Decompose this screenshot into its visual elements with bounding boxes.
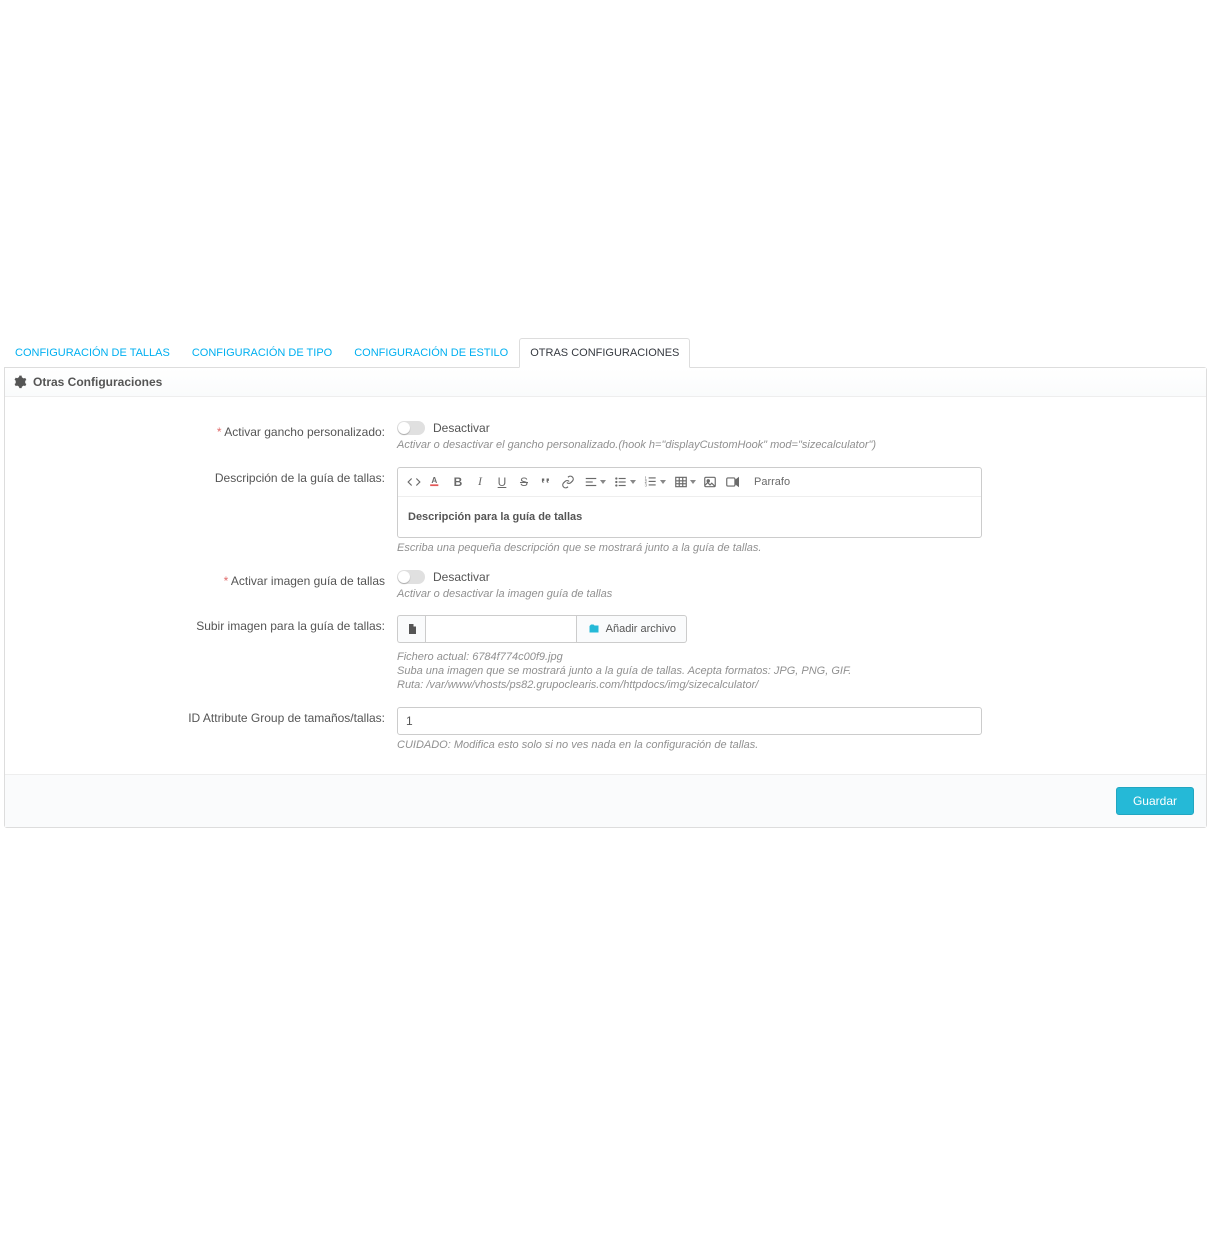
tab-type-config[interactable]: Configuración de Tipo <box>181 338 343 367</box>
file-icon <box>397 615 425 643</box>
ordered-list-icon[interactable]: 123 <box>640 472 668 492</box>
gears-icon <box>13 375 27 389</box>
underline-icon[interactable]: U <box>492 472 512 492</box>
align-icon[interactable] <box>580 472 608 492</box>
save-button[interactable]: Guardar <box>1116 787 1194 815</box>
add-file-button[interactable]: Añadir archivo <box>577 615 687 643</box>
label-upload-image: Subir imagen para la guía de tallas: <box>17 615 397 692</box>
panel-title: Otras Configuraciones <box>33 375 162 389</box>
code-icon[interactable] <box>404 472 424 492</box>
help-upload-image-3: Ruta: /var/www/vhosts/ps82.grupoclearis.… <box>397 679 1194 693</box>
panel-header: Otras Configuraciones <box>5 368 1206 397</box>
paragraph-dropdown[interactable]: Parrafo <box>750 474 798 490</box>
tab-other-config[interactable]: Otras Configuraciones <box>519 338 690 368</box>
image-icon[interactable] <box>700 472 720 492</box>
help-activate-image: Activar o desactivar la imagen guía de t… <box>397 588 1194 602</box>
svg-text:3: 3 <box>645 482 648 487</box>
label-description: Descripción de la guía de tallas: <box>17 467 397 556</box>
label-activate-hook: * Activar gancho personalizado: <box>17 421 397 453</box>
svg-text:A: A <box>431 476 437 485</box>
label-attr-group: ID Attribute Group de tamaños/tallas: <box>17 707 397 753</box>
strike-icon[interactable]: S <box>514 472 534 492</box>
help-upload-image-2: Suba una imagen que se mostrará junto a … <box>397 665 1194 679</box>
help-upload-image-1: Fichero actual: 6784f774c00f9.jpg <box>397 651 1194 665</box>
link-icon[interactable] <box>558 472 578 492</box>
help-attr-group: CUIDADO: Modifica esto solo si no ves na… <box>397 739 982 753</box>
toggle-activate-hook[interactable] <box>397 421 425 435</box>
help-description: Escriba una pequeña descripción que se m… <box>397 542 982 556</box>
tab-style-config[interactable]: Configuración de Estilo <box>343 338 519 367</box>
quote-icon[interactable] <box>536 472 556 492</box>
rich-text-editor: A B I U S <box>397 467 982 538</box>
tab-size-config[interactable]: Configuración de Tallas <box>4 338 181 367</box>
tabs: Configuración de Tallas Configuración de… <box>4 338 1207 367</box>
label-activate-image: * Activar imagen guía de tallas <box>17 570 397 602</box>
editor-content[interactable]: Descripción para la guía de tallas <box>398 497 981 537</box>
help-activate-hook: Activar o desactivar el gancho personali… <box>397 439 1194 453</box>
video-icon[interactable] <box>722 472 742 492</box>
text-color-icon[interactable]: A <box>426 472 446 492</box>
toggle-activate-image-state: Desactivar <box>433 570 490 584</box>
panel-other-config: Otras Configuraciones * Activar gancho p… <box>4 367 1207 828</box>
bold-icon[interactable]: B <box>448 472 468 492</box>
file-path-input[interactable] <box>425 615 577 643</box>
table-icon[interactable] <box>670 472 698 492</box>
toggle-activate-hook-state: Desactivar <box>433 421 490 435</box>
toggle-activate-image[interactable] <box>397 570 425 584</box>
italic-icon[interactable]: I <box>470 472 490 492</box>
attr-group-input[interactable] <box>397 707 982 735</box>
bullet-list-icon[interactable] <box>610 472 638 492</box>
